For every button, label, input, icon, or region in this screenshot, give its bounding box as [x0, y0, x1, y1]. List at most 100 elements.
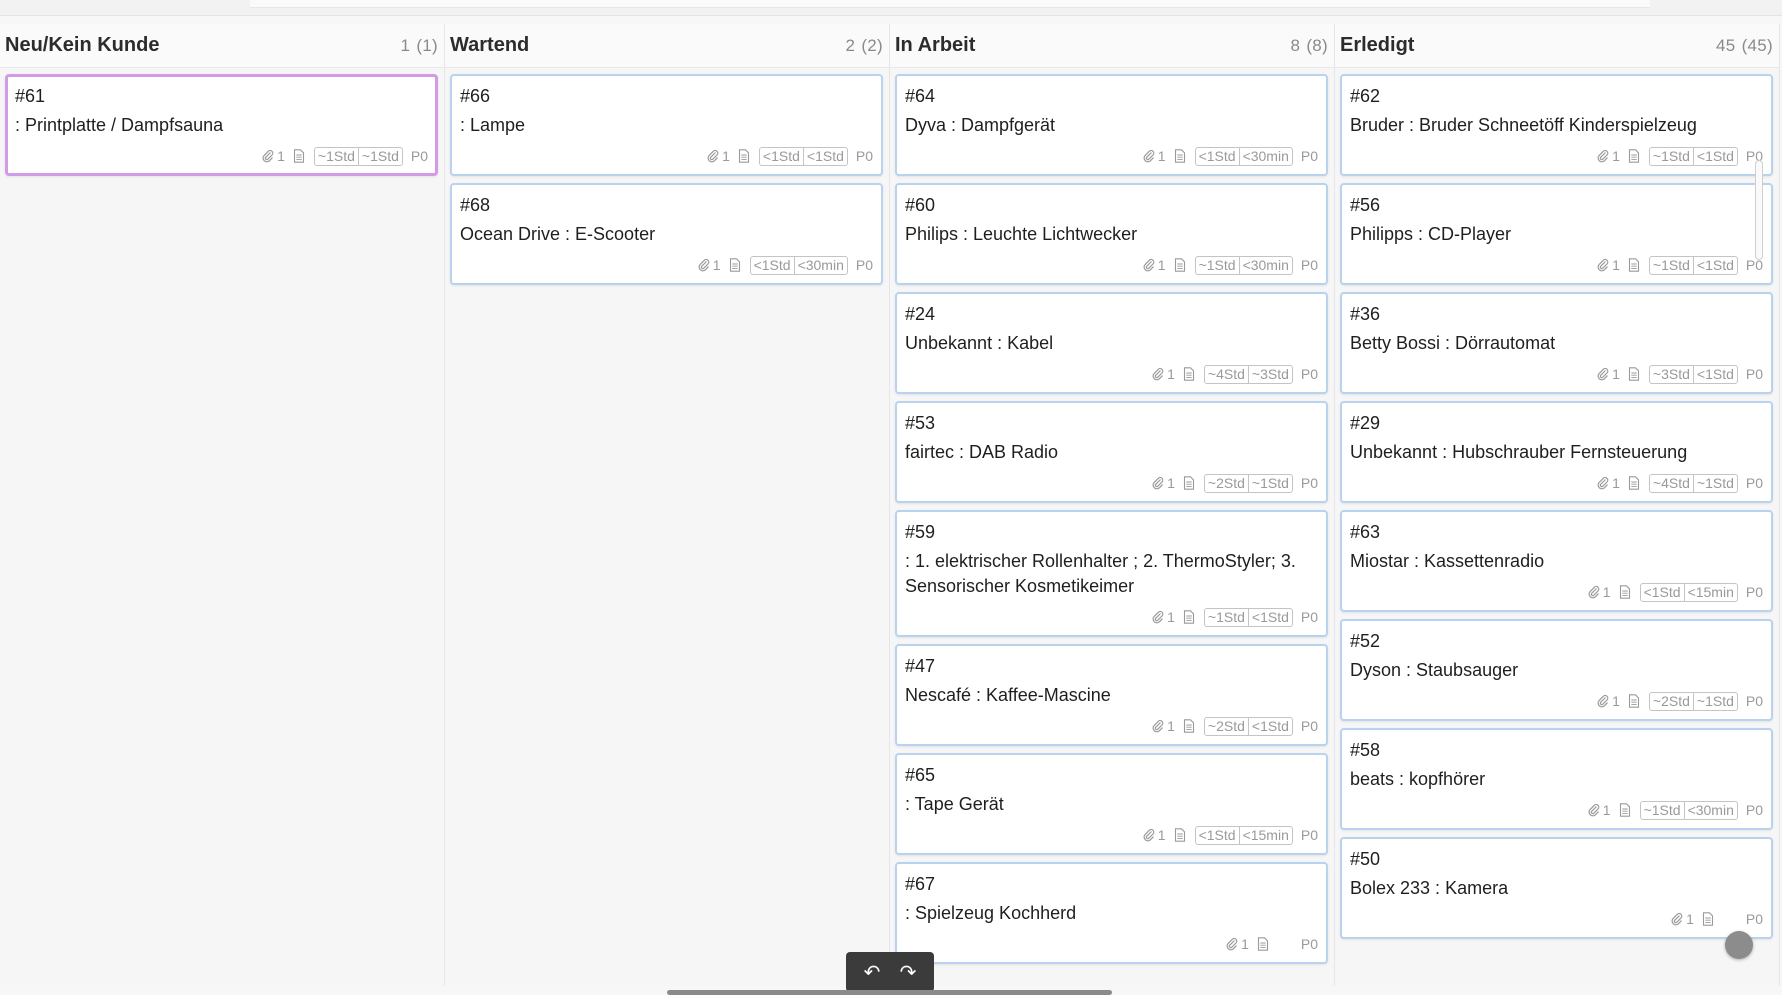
- ticket-card[interactable]: #47 Nescafé : Kaffee-Mascine 1 ~2Std <1St…: [895, 644, 1328, 746]
- ticket-title: Bolex 233 : Kamera: [1350, 878, 1509, 898]
- time-estimate: ~4Std ~3Std: [1203, 364, 1293, 384]
- document-icon: [1619, 803, 1631, 817]
- ticket-id: #59: [905, 522, 936, 542]
- ticket-id: #62: [1350, 86, 1381, 106]
- card-list: #62 Bruder : Bruder Schneetöff Kinderspi…: [1335, 68, 1779, 939]
- attachment-count-value: 1: [1241, 936, 1249, 952]
- column-count-total: (8): [1306, 35, 1328, 55]
- priority-label: P0: [1300, 257, 1318, 273]
- ticket-title: fairtec : DAB Radio: [905, 442, 1059, 462]
- attachment-count-value: 1: [1167, 609, 1175, 625]
- ticket-card[interactable]: #64 Dyva : Dampfgerät 1 <1Std <30min P0: [895, 74, 1328, 176]
- ticket-card[interactable]: #29 Unbekannt : Hubschrauber Fernsteueru…: [1340, 401, 1773, 503]
- ticket-card[interactable]: #36 Betty Bossi : Dörrautomat 1 ~3Std <1S…: [1340, 292, 1773, 394]
- paperclip-icon: [1152, 367, 1164, 381]
- document-icon: [729, 258, 741, 272]
- estimate-planned: ~4Std: [1652, 474, 1690, 491]
- paperclip-icon: [1597, 367, 1609, 381]
- priority-label: P0: [855, 148, 873, 164]
- ticket-card[interactable]: #60 Philips : Leuchte Lichtwecker 1 ~1St…: [895, 183, 1328, 285]
- priority-label: P0: [855, 257, 873, 273]
- paperclip-icon: [1143, 258, 1155, 272]
- ticket-card[interactable]: #62 Bruder : Bruder Schneetöff Kinderspi…: [1340, 74, 1773, 176]
- ticket-card[interactable]: #61 : Printplatte / Dampfsauna 1 ~1Std ~1…: [5, 74, 438, 176]
- ticket-id: #67: [905, 874, 936, 894]
- ticket-card[interactable]: #65 : Tape Gerät 1 <1Std <15min P0: [895, 753, 1328, 855]
- ticket-meta: 1 ~4Std ~3Std P0: [905, 364, 1318, 384]
- ticket-card[interactable]: #50 Bolex 233 : Kamera 1 P0: [1340, 837, 1773, 939]
- redo-icon[interactable]: ↷: [893, 960, 923, 985]
- attachment-count-value: 1: [1157, 257, 1166, 273]
- ticket-card[interactable]: #56 Philipps : CD-Player 1 ~1Std <1Std P0: [1340, 183, 1773, 285]
- ticket-id: #61: [15, 86, 46, 106]
- time-estimate: ~1Std <1Std: [1203, 607, 1293, 627]
- priority-label: P0: [1300, 718, 1318, 734]
- ticket-meta: 1 <1Std <15min P0: [1350, 582, 1763, 602]
- ticket-title: : Printplatte / Dampfsauna: [15, 115, 224, 135]
- ticket-id: #58: [1350, 740, 1381, 760]
- attachment-count: 1: [1671, 911, 1694, 927]
- attachment-count: 1: [1143, 257, 1166, 273]
- paperclip-icon: [1597, 694, 1609, 708]
- attachment-count: 1: [1597, 366, 1620, 382]
- document-icon: [1628, 149, 1640, 163]
- attachment-count-value: 1: [1612, 693, 1620, 709]
- estimate-actual: <30min: [1238, 256, 1292, 274]
- attachment-count: 1: [1152, 609, 1175, 625]
- document-icon: [1628, 476, 1640, 490]
- estimate-planned: ~1Std: [317, 147, 355, 164]
- ticket-id: #50: [1350, 849, 1381, 869]
- column-count: 2 (2): [846, 36, 883, 56]
- ticket-title: Betty Bossi : Dörrautomat: [1350, 333, 1556, 353]
- ticket-card[interactable]: #66 : Lampe 1 <1Std <1Std P0: [450, 74, 883, 176]
- attachment-count-value: 1: [712, 257, 721, 273]
- attachment-count: 1: [262, 148, 285, 164]
- column-title: Neu/Kein Kunde: [5, 34, 160, 56]
- document-icon: [1183, 476, 1195, 490]
- document-icon: [1702, 912, 1714, 926]
- floating-action-button[interactable]: [1725, 931, 1753, 959]
- vertical-scrollbar[interactable]: [1755, 160, 1763, 260]
- ticket-card[interactable]: #24 Unbekannt : Kabel 1 ~4Std ~3Std P0: [895, 292, 1328, 394]
- horizontal-scrollbar[interactable]: [667, 990, 1112, 995]
- ticket-meta: 1 ~4Std ~1Std P0: [1350, 473, 1763, 493]
- estimate-planned: ~1Std: [1652, 147, 1690, 164]
- attachment-count-value: 1: [277, 148, 285, 164]
- column-count-total: (2): [861, 35, 883, 55]
- column-title: In Arbeit: [895, 34, 976, 56]
- ticket-meta: 1 ~2Std ~1Std P0: [905, 473, 1318, 493]
- ticket-card[interactable]: #53 fairtec : DAB Radio 1 ~2Std ~1Std P0: [895, 401, 1328, 503]
- attachment-count-value: 1: [1167, 475, 1175, 491]
- time-estimate: ~1Std ~1Std: [313, 146, 403, 166]
- paperclip-icon: [1671, 912, 1683, 926]
- ticket-card[interactable]: #58 beats : kopfhörer 1 ~1Std <30min P0: [1340, 728, 1773, 830]
- time-estimate: ~1Std <1Std: [1648, 146, 1738, 166]
- ticket-card[interactable]: #68 Ocean Drive : E-Scooter 1 <1Std <30mi…: [450, 183, 883, 285]
- column-count-value: 2: [845, 35, 856, 55]
- undo-icon[interactable]: ↶: [857, 960, 887, 985]
- ticket-card[interactable]: #59 : 1. elektrischer Rollenhalter ; 2. …: [895, 510, 1328, 637]
- priority-label: P0: [1300, 475, 1318, 491]
- estimate-planned: <1Std: [1198, 826, 1236, 843]
- priority-label: P0: [1745, 693, 1763, 709]
- ticket-meta: 1 ~1Std <30min P0: [1350, 800, 1763, 820]
- ticket-meta: 1 ~2Std ~1Std P0: [1350, 691, 1763, 711]
- ticket-card[interactable]: #52 Dyson : Staubsauger 1 ~2Std ~1Std P0: [1340, 619, 1773, 721]
- paperclip-icon: [1152, 719, 1164, 733]
- estimate-actual: <1Std: [1247, 717, 1292, 735]
- estimate-actual: ~3Std: [1247, 365, 1292, 383]
- ticket-card[interactable]: #67 : Spielzeug Kochherd 1 P0: [895, 862, 1328, 964]
- ticket-id: #36: [1350, 304, 1381, 324]
- attachment-count: 1: [1226, 936, 1249, 952]
- priority-label: P0: [1745, 802, 1763, 818]
- priority-label: P0: [1745, 366, 1763, 382]
- estimate-actual: <1Std: [1692, 256, 1737, 274]
- estimate-planned: <1Std: [753, 256, 791, 273]
- priority-label: P0: [1300, 827, 1318, 843]
- ticket-title: beats : kopfhörer: [1350, 769, 1486, 789]
- ticket-card[interactable]: #63 Miostar : Kassettenradio 1 <1Std <15m…: [1340, 510, 1773, 612]
- document-icon: [1183, 610, 1195, 624]
- paperclip-icon: [1597, 258, 1609, 272]
- top-bar: [0, 0, 1782, 16]
- ticket-id: #56: [1350, 195, 1381, 215]
